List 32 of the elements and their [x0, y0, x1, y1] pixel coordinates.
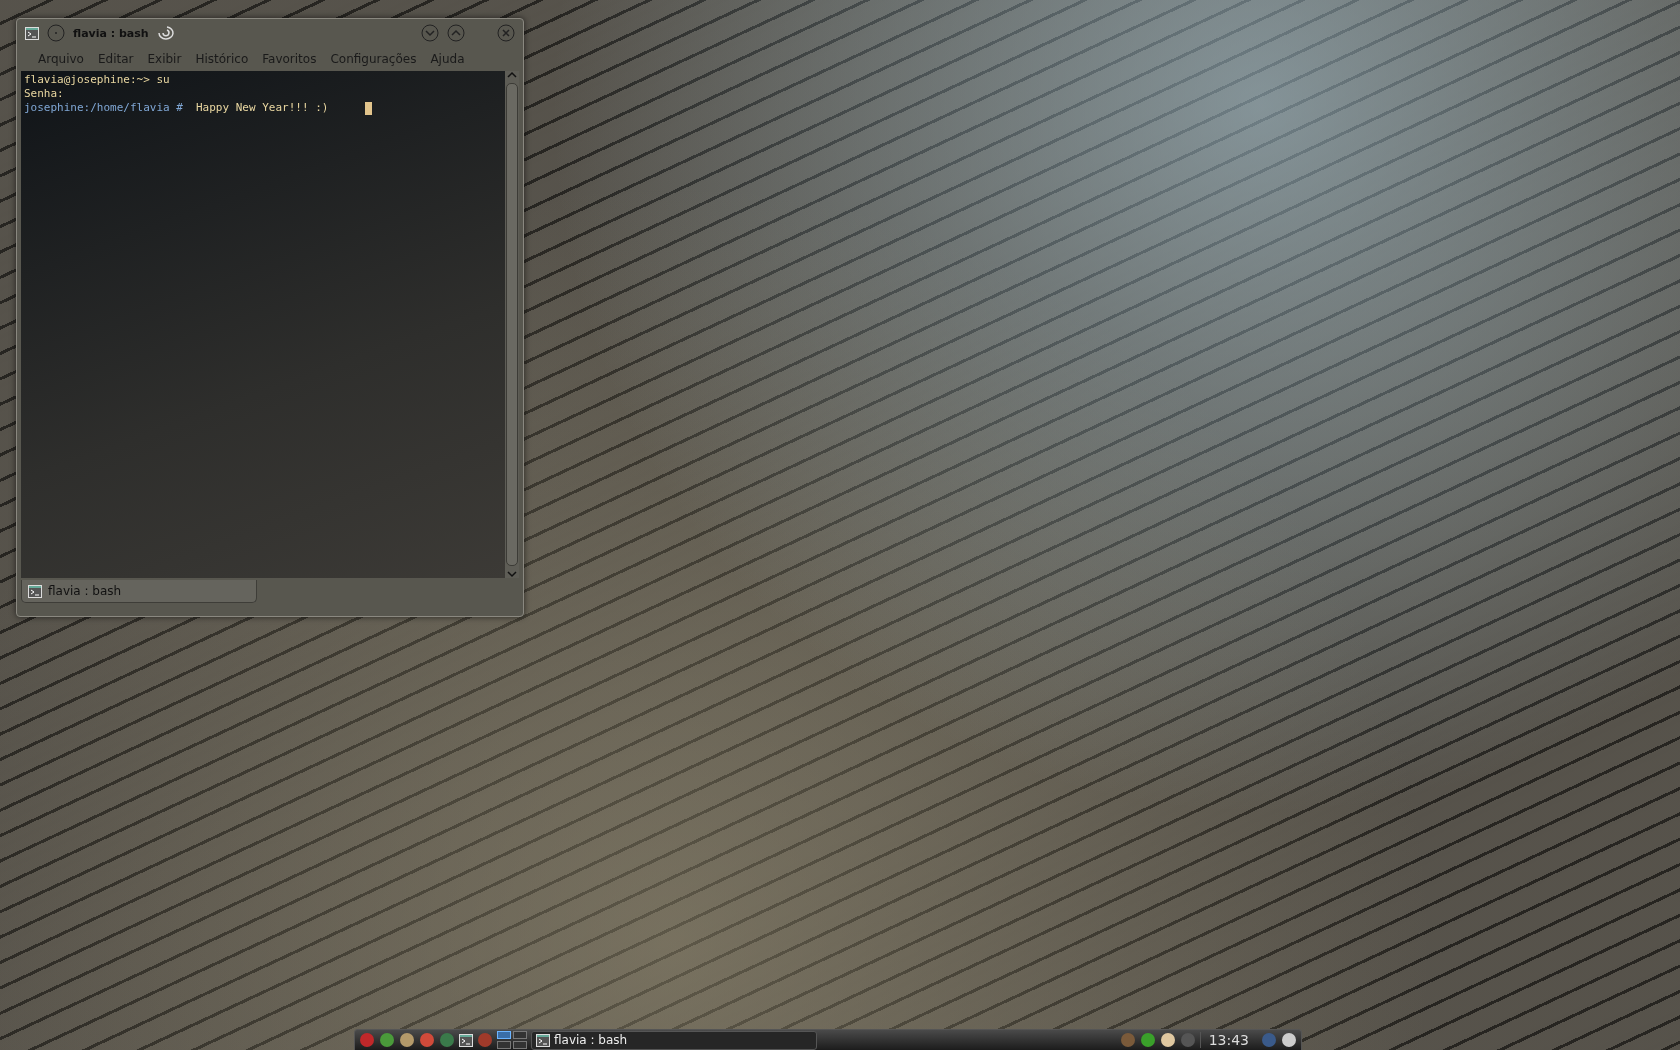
menu-item[interactable]: Favoritos [255, 52, 324, 66]
terminal-icon [25, 26, 39, 40]
terminal-output[interactable]: flavia@josephine:~> su Senha: josephine:/home/flavia # Happy New Year!!! :) [21, 71, 505, 578]
terminal-line: Happy New Year!!! :) [195, 101, 329, 115]
close-button[interactable] [497, 24, 515, 42]
menu-item[interactable]: Histórico [188, 52, 256, 66]
terminal-line: josephine:/home/flavia # [24, 101, 183, 115]
session-tab[interactable]: flavia : bash [21, 580, 257, 603]
desktop-pager[interactable] [497, 1041, 511, 1049]
menu-item[interactable]: Configurações [323, 52, 424, 66]
minimize-button[interactable] [421, 24, 439, 42]
window-title: flavia : bash [73, 26, 149, 40]
scroll-down-icon[interactable] [507, 570, 517, 578]
terminal-line: flavia@josephine:~> su [24, 73, 170, 87]
desktop-pager[interactable] [513, 1031, 527, 1039]
menu-item[interactable]: Arquivo [31, 52, 91, 66]
terminal-icon [536, 1033, 550, 1047]
menu-item[interactable]: Ajuda [423, 52, 472, 66]
clock[interactable]: 13:43 [1199, 1032, 1257, 1048]
desktop-pager[interactable] [497, 1031, 511, 1039]
scrollbar[interactable] [505, 71, 519, 578]
menu-item[interactable]: Exibir [140, 52, 189, 66]
text-cursor [365, 101, 373, 115]
maximize-button[interactable] [447, 24, 465, 42]
terminal-icon [28, 584, 42, 598]
terminal-line: Senha: [24, 87, 64, 101]
terminal-icon [459, 1033, 473, 1047]
task-button[interactable]: flavia : bash [531, 1030, 817, 1050]
scroll-up-icon[interactable] [507, 71, 517, 79]
menu-button[interactable] [47, 24, 65, 42]
menu-item[interactable]: Editar [90, 52, 141, 66]
desktop-pager[interactable] [513, 1041, 527, 1049]
